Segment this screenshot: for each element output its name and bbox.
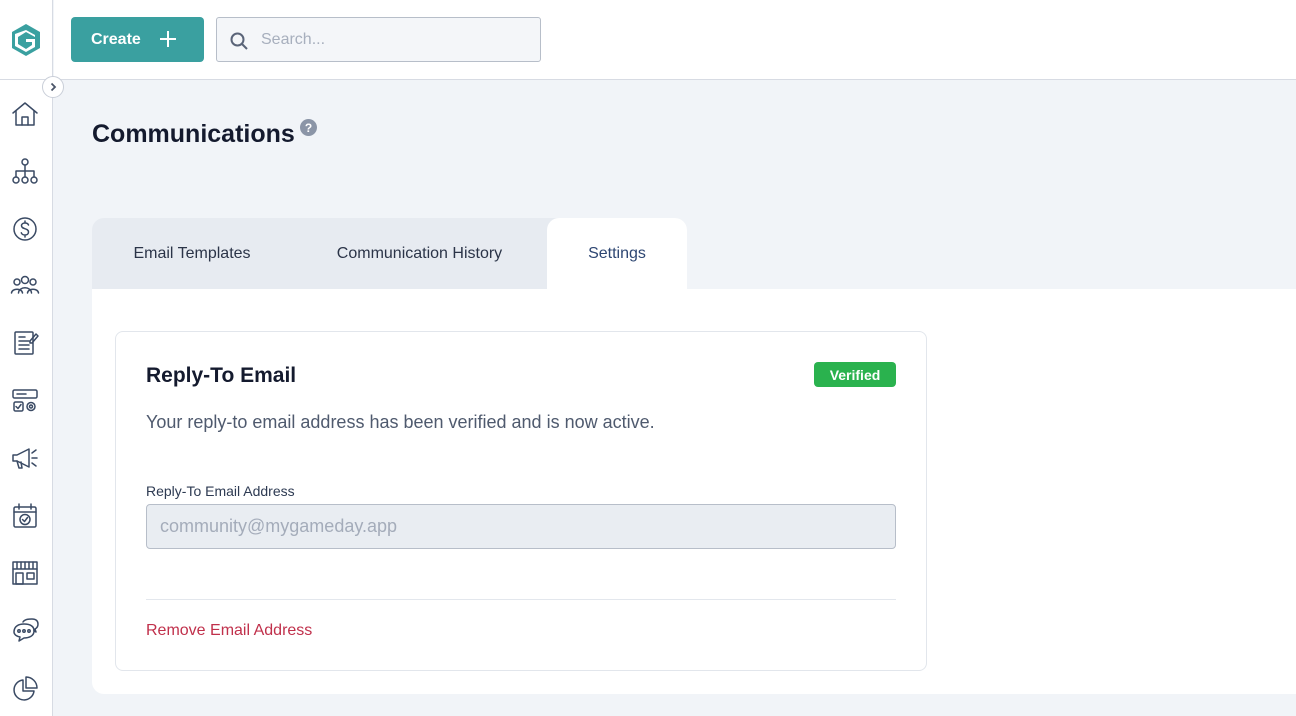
plus-icon: [158, 29, 178, 49]
people-icon[interactable]: [9, 270, 41, 302]
create-button[interactable]: Create: [71, 17, 204, 62]
g-logo-icon[interactable]: [8, 22, 44, 58]
status-badge: Verified: [814, 362, 896, 387]
topbar: Create: [54, 0, 1296, 80]
tab-bar: Email Templates Communication History Se…: [92, 218, 687, 289]
tab-communication-history[interactable]: Communication History: [292, 218, 547, 289]
reply-to-email-card: Reply-To Email Verified Your reply-to em…: [115, 331, 927, 671]
reply-to-email-field[interactable]: [146, 504, 896, 549]
pie-chart-icon[interactable]: [9, 673, 41, 705]
chat-icon[interactable]: [9, 614, 41, 646]
dollar-icon[interactable]: [9, 213, 41, 245]
store-icon[interactable]: [9, 557, 41, 589]
org-chart-icon[interactable]: [9, 155, 41, 187]
megaphone-icon[interactable]: [9, 442, 41, 474]
tab-settings[interactable]: Settings: [547, 218, 687, 289]
card-divider: [146, 599, 896, 600]
reply-to-email-label: Reply-To Email Address: [146, 483, 295, 499]
help-icon[interactable]: ?: [300, 119, 317, 136]
search-box: [216, 17, 541, 62]
card-title: Reply-To Email: [146, 364, 297, 387]
calendar-check-icon[interactable]: [9, 500, 41, 532]
create-button-label: Create: [91, 30, 141, 48]
sidebar-collapse-button[interactable]: [42, 76, 64, 98]
search-icon: [229, 31, 249, 51]
settings-panel-icon[interactable]: [9, 385, 41, 417]
chevron-right-icon: [50, 82, 57, 92]
tab-email-templates[interactable]: Email Templates: [92, 218, 292, 289]
form-icon[interactable]: [9, 327, 41, 359]
search-input[interactable]: [261, 18, 531, 61]
card-description: Your reply-to email address has been ver…: [146, 412, 655, 432]
home-icon[interactable]: [9, 98, 41, 130]
remove-email-link[interactable]: Remove Email Address: [146, 622, 312, 640]
sidebar: [0, 0, 53, 716]
page-title: Communications: [92, 120, 295, 148]
